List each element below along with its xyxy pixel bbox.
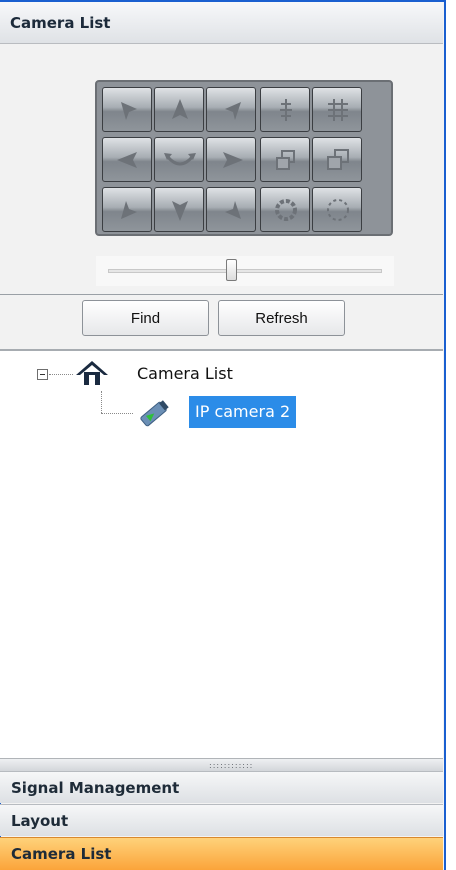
zoom-in-icon [276, 150, 295, 170]
pan-up-right-icon [225, 102, 241, 120]
pan-down-right-button[interactable] [206, 187, 256, 232]
slider-track [108, 269, 382, 273]
pan-up-right-button[interactable] [206, 87, 256, 132]
focus-far-button[interactable] [312, 87, 362, 132]
tilt-down-icon [172, 201, 188, 221]
find-button[interactable]: Find [82, 300, 209, 336]
ptz-control-area [0, 44, 443, 294]
pan-right-button[interactable] [206, 137, 256, 182]
tree-item-ip-camera-2[interactable]: IP camera 2 [189, 396, 297, 428]
pan-up-left-button[interactable] [102, 87, 152, 132]
ptz-speed-slider[interactable] [96, 256, 394, 286]
pan-down-left-button[interactable] [102, 187, 152, 232]
panel-header: Camera List [0, 2, 443, 44]
splitter-grip-icon: :::::::::::: [209, 761, 254, 770]
nav-signal-management[interactable]: Signal Management [0, 771, 443, 803]
pan-right-icon [223, 152, 243, 168]
slider-thumb[interactable] [226, 259, 238, 281]
collapse-toggle[interactable] [37, 369, 48, 380]
pan-down-left-icon [121, 201, 137, 219]
panel-title: Camera List [10, 14, 111, 32]
nav-label: Layout [11, 812, 69, 830]
iris-close-icon [327, 199, 349, 221]
pan-down-right-icon [225, 201, 241, 219]
home-icon [76, 361, 108, 385]
tilt-up-button[interactable] [154, 87, 204, 132]
nav-label: Signal Management [11, 779, 180, 797]
tree-connector [101, 391, 102, 413]
action-button-row: Find Refresh [0, 295, 443, 349]
iris-close-button[interactable] [312, 187, 362, 232]
tilt-up-icon [172, 99, 188, 119]
nav-camera-list[interactable]: Camera List [0, 837, 443, 870]
iris-open-button[interactable] [260, 187, 310, 232]
ip-camera-icon [140, 400, 169, 427]
zoom-in-button[interactable] [260, 137, 310, 182]
zoom-out-icon [327, 149, 349, 170]
focus-near-icon [280, 99, 292, 121]
focus-far-icon [328, 99, 348, 121]
tree-connector [49, 374, 73, 375]
pan-left-button[interactable] [102, 137, 152, 182]
nav-label: Camera List [11, 845, 112, 863]
pan-left-icon [117, 152, 137, 168]
focus-near-button[interactable] [260, 87, 310, 132]
camera-tree: Camera List IP camera 2 [0, 351, 443, 758]
auto-pan-button[interactable] [154, 137, 204, 182]
tree-root-label[interactable]: Camera List [137, 364, 233, 383]
tree-connector [101, 413, 133, 414]
auto-pan-icon [164, 153, 196, 166]
panel-splitter[interactable]: :::::::::::: [0, 758, 443, 771]
ptz-control-pad [95, 80, 393, 236]
tilt-down-button[interactable] [154, 187, 204, 232]
pan-up-left-icon [121, 102, 137, 120]
refresh-button[interactable]: Refresh [218, 300, 345, 336]
iris-open-icon [275, 199, 297, 221]
nav-layout[interactable]: Layout [0, 804, 443, 836]
zoom-out-button[interactable] [312, 137, 362, 182]
